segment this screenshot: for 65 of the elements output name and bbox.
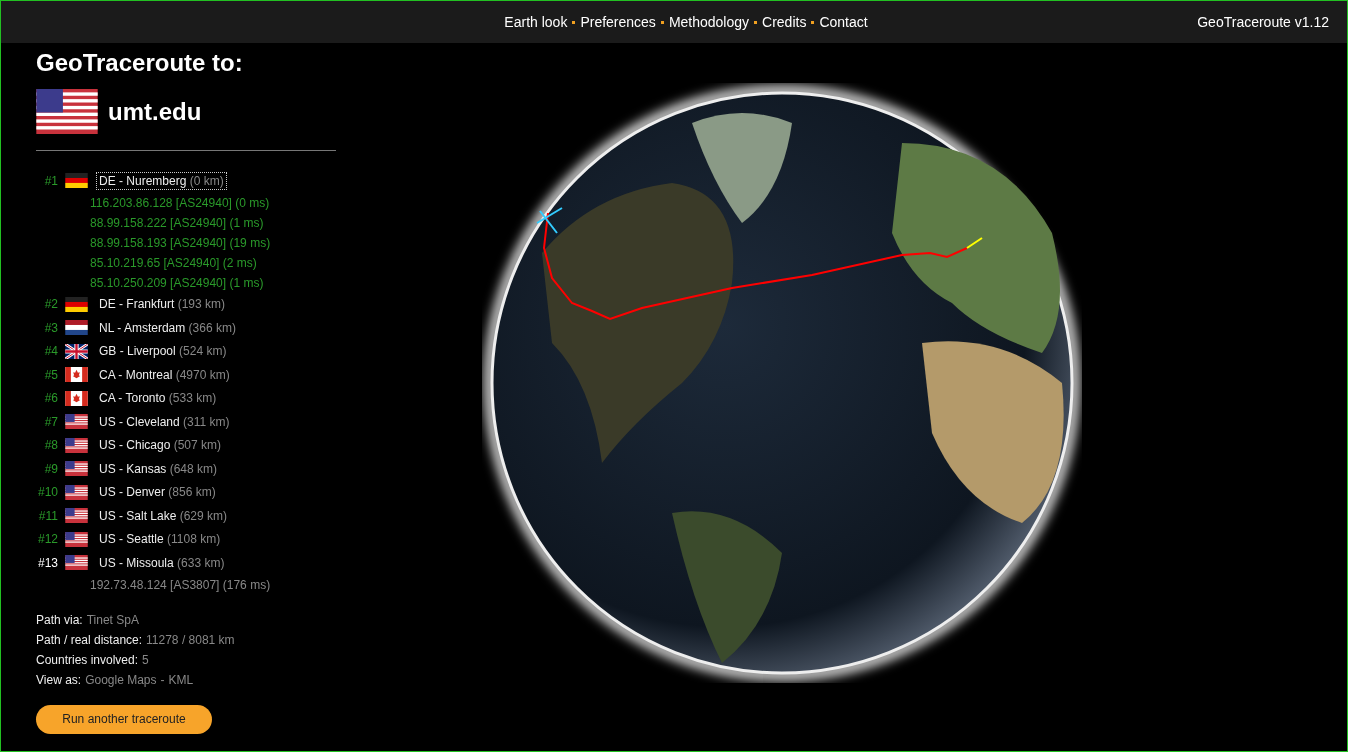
hop-location[interactable]: DE - Frankfurt (193 km) (96, 295, 229, 314)
summary-value: Tinet SpA (86, 612, 139, 629)
hop-number: #1 (43, 173, 58, 188)
hop-number: #6 (43, 391, 58, 406)
hop-address: 116.203.86.128 [AS24940] (0 ms) (89, 194, 271, 212)
flag-icon (65, 173, 88, 189)
hop-number: #2 (43, 297, 58, 312)
summary-label: Path via: (36, 612, 83, 629)
flag-icon (65, 390, 88, 406)
hop-location[interactable]: CA - Montreal (4970 km) (96, 365, 233, 384)
flag-icon (36, 89, 98, 134)
flag-icon (65, 508, 88, 524)
flag-icon (65, 437, 88, 453)
hop-number: #11 (37, 508, 58, 523)
flag-icon (65, 461, 88, 477)
hop-address: 88.99.158.193 [AS24940] (19 ms) (89, 234, 272, 252)
hop-location[interactable]: GB - Liverpool (524 km) (96, 342, 230, 361)
summary-label: View as: (36, 672, 82, 689)
hop-number: #5 (43, 367, 58, 382)
hop-location[interactable]: US - Seattle (1108 km) (96, 530, 224, 549)
nav-link[interactable]: Preferences (580, 14, 656, 30)
flag-icon (65, 414, 88, 430)
hop-location[interactable]: DE - Nuremberg (0 km) (96, 171, 227, 190)
hop-location[interactable]: US - Missoula (633 km) (96, 553, 228, 572)
page-title: GeoTraceroute to: (36, 49, 244, 77)
hop-address: 192.73.48.124 [AS3807] (176 ms) (89, 576, 272, 594)
target-host: umt.edu (108, 97, 202, 126)
nav-link[interactable]: Contact (819, 14, 868, 30)
flag-icon (65, 555, 88, 571)
hop-number: #13 (36, 555, 58, 570)
hop-location[interactable]: US - Cleveland (311 km) (96, 412, 233, 431)
hop-location[interactable]: US - Denver (856 km) (96, 483, 219, 502)
summary-label: Path / real distance: (36, 632, 143, 649)
nav-link[interactable]: Methodology (668, 14, 750, 30)
view-link[interactable]: KML (168, 672, 194, 693)
hop-location[interactable]: US - Chicago (507 km) (96, 436, 225, 455)
hop-address: 85.10.219.65 [AS24940] (2 ms) (89, 254, 258, 272)
summary-value: 11278 / 8081 km (146, 632, 235, 649)
hop-number: #4 (43, 344, 58, 359)
flag-icon (65, 343, 88, 359)
hop-address: 85.10.250.209 [AS24940] (1 ms) (89, 274, 265, 292)
nav-link[interactable]: Credits (762, 14, 807, 30)
link-separator: - (160, 672, 165, 689)
version-label: GeoTraceroute v1.12 (1197, 14, 1329, 30)
flag-icon (65, 296, 88, 312)
hop-address: 88.99.158.222 [AS24940] (1 ms) (89, 214, 265, 232)
hop-number: #7 (43, 414, 58, 429)
run-traceroute-button[interactable]: Run another traceroute (36, 704, 212, 734)
hop-location[interactable]: NL - Amsterdam (366 km) (96, 318, 239, 337)
hop-number: #9 (43, 461, 58, 476)
nav-link[interactable]: Earth look (504, 14, 568, 30)
hop-location[interactable]: CA - Toronto (533 km) (96, 389, 220, 408)
flag-icon (65, 367, 88, 383)
hop-number: #12 (36, 532, 58, 547)
flag-icon (65, 484, 88, 500)
hop-number: #10 (36, 485, 58, 500)
hop-number: #8 (43, 438, 58, 453)
hop-number: #3 (43, 320, 58, 335)
flag-icon (65, 531, 88, 547)
view-link[interactable]: Google Maps (85, 672, 157, 693)
summary-label: Countries involved: (36, 652, 139, 669)
hop-location[interactable]: US - Kansas (648 km) (96, 459, 221, 478)
flag-icon (65, 320, 88, 336)
hop-location[interactable]: US - Salt Lake (629 km) (96, 506, 231, 525)
summary-value: 5 (142, 652, 149, 669)
